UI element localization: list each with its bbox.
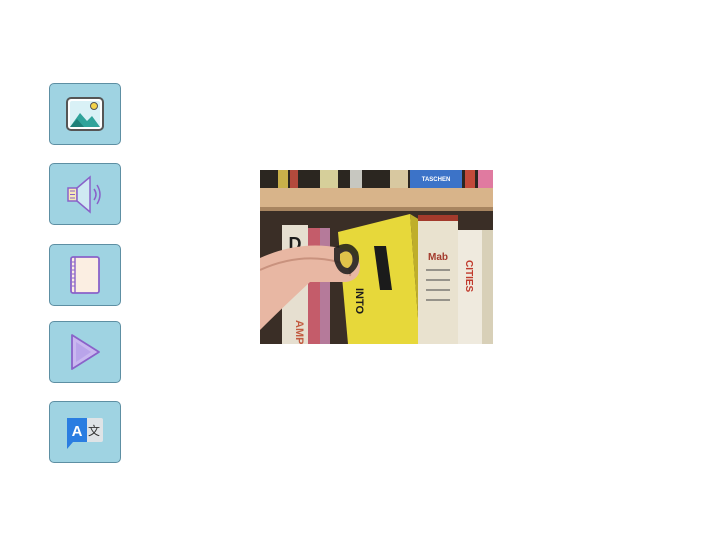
translate-button[interactable]: A 文 [49,401,121,463]
book-button[interactable] [49,244,121,306]
left-spine-vertical: AMP [293,320,305,344]
image-icon [66,97,104,131]
book-icon [70,256,100,294]
translate-latin-glyph: A [72,423,83,440]
cream-spine-text: Mab [428,252,448,263]
top-spine-label: TASCHEN [422,177,451,183]
play-button[interactable] [49,321,121,383]
translate-icon: A 文 [67,418,103,449]
play-icon [71,334,100,370]
translate-cjk-glyph: 文 [88,423,100,438]
audio-button[interactable] [49,163,121,225]
image-button[interactable] [49,83,121,145]
yellow-spine-text: INTO [353,288,365,315]
media-toolbar: A 文 [49,0,123,540]
speaker-icon [67,175,101,214]
bookshelf-photo: TASCHEN D AMP INTO Mab CITIES [260,170,493,344]
right-spine-text: CITIES [463,260,474,293]
